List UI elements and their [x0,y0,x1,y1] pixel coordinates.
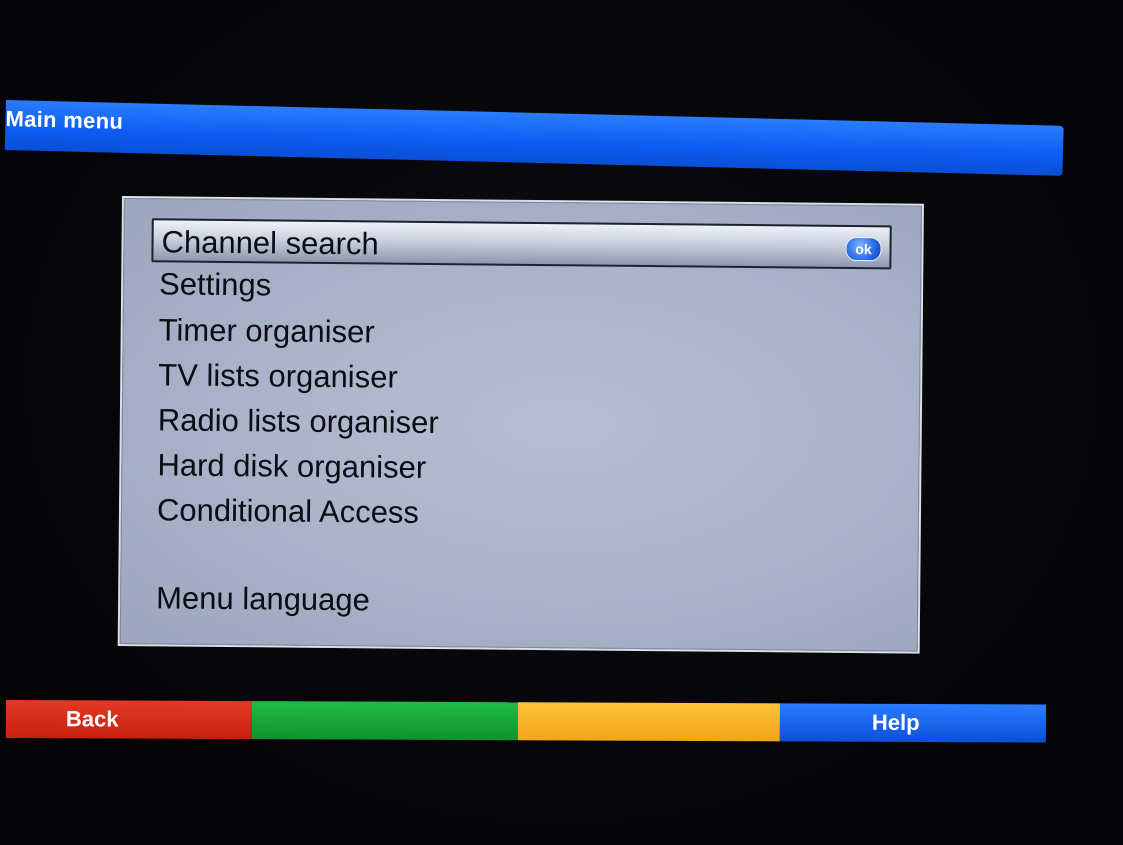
menu-item-tv-lists-organiser[interactable]: TV lists organiser [158,353,398,399]
main-menu-panel: Channel search ok Settings Timer organis… [117,196,924,654]
menu-item-menu-language[interactable]: Menu language [156,576,370,622]
tv-screen: Main menu Channel search ok Settings Tim… [0,0,1123,845]
title-bar: Main menu [4,100,1064,176]
menu-item-hard-disk-organiser[interactable]: Hard disk organiser [157,443,426,490]
menu-item-label: Settings [158,266,272,303]
menu-item-channel-search[interactable]: Channel search ok [151,218,892,270]
yellow-key-button[interactable] [517,702,780,742]
menu-item-label: Menu language [155,580,371,618]
menu-item-label: Timer organiser [158,312,375,350]
help-button[interactable]: Help [779,703,1046,743]
back-button[interactable]: Back [5,700,252,740]
back-button-label: Back [65,706,119,732]
menu-item-settings[interactable]: Settings [159,262,271,307]
main-menu-list: Channel search ok Settings Timer organis… [124,198,922,617]
color-key-bar: Back Help [5,700,1046,743]
menu-item-timer-organiser[interactable]: Timer organiser [159,308,375,354]
page-title: Main menu [5,105,124,134]
ok-icon: ok [845,236,882,262]
menu-item-label: Radio lists organiser [157,402,439,441]
menu-item-radio-lists-organiser[interactable]: Radio lists organiser [158,398,439,445]
help-button-label: Help [871,709,920,735]
menu-item-label: Conditional Access [156,492,420,530]
menu-item-label: TV lists organiser [158,357,398,395]
menu-item-label: Channel search [161,224,379,262]
menu-item-label: Hard disk organiser [157,447,427,485]
green-key-button[interactable] [251,701,518,741]
menu-item-conditional-access[interactable]: Conditional Access [157,488,419,535]
